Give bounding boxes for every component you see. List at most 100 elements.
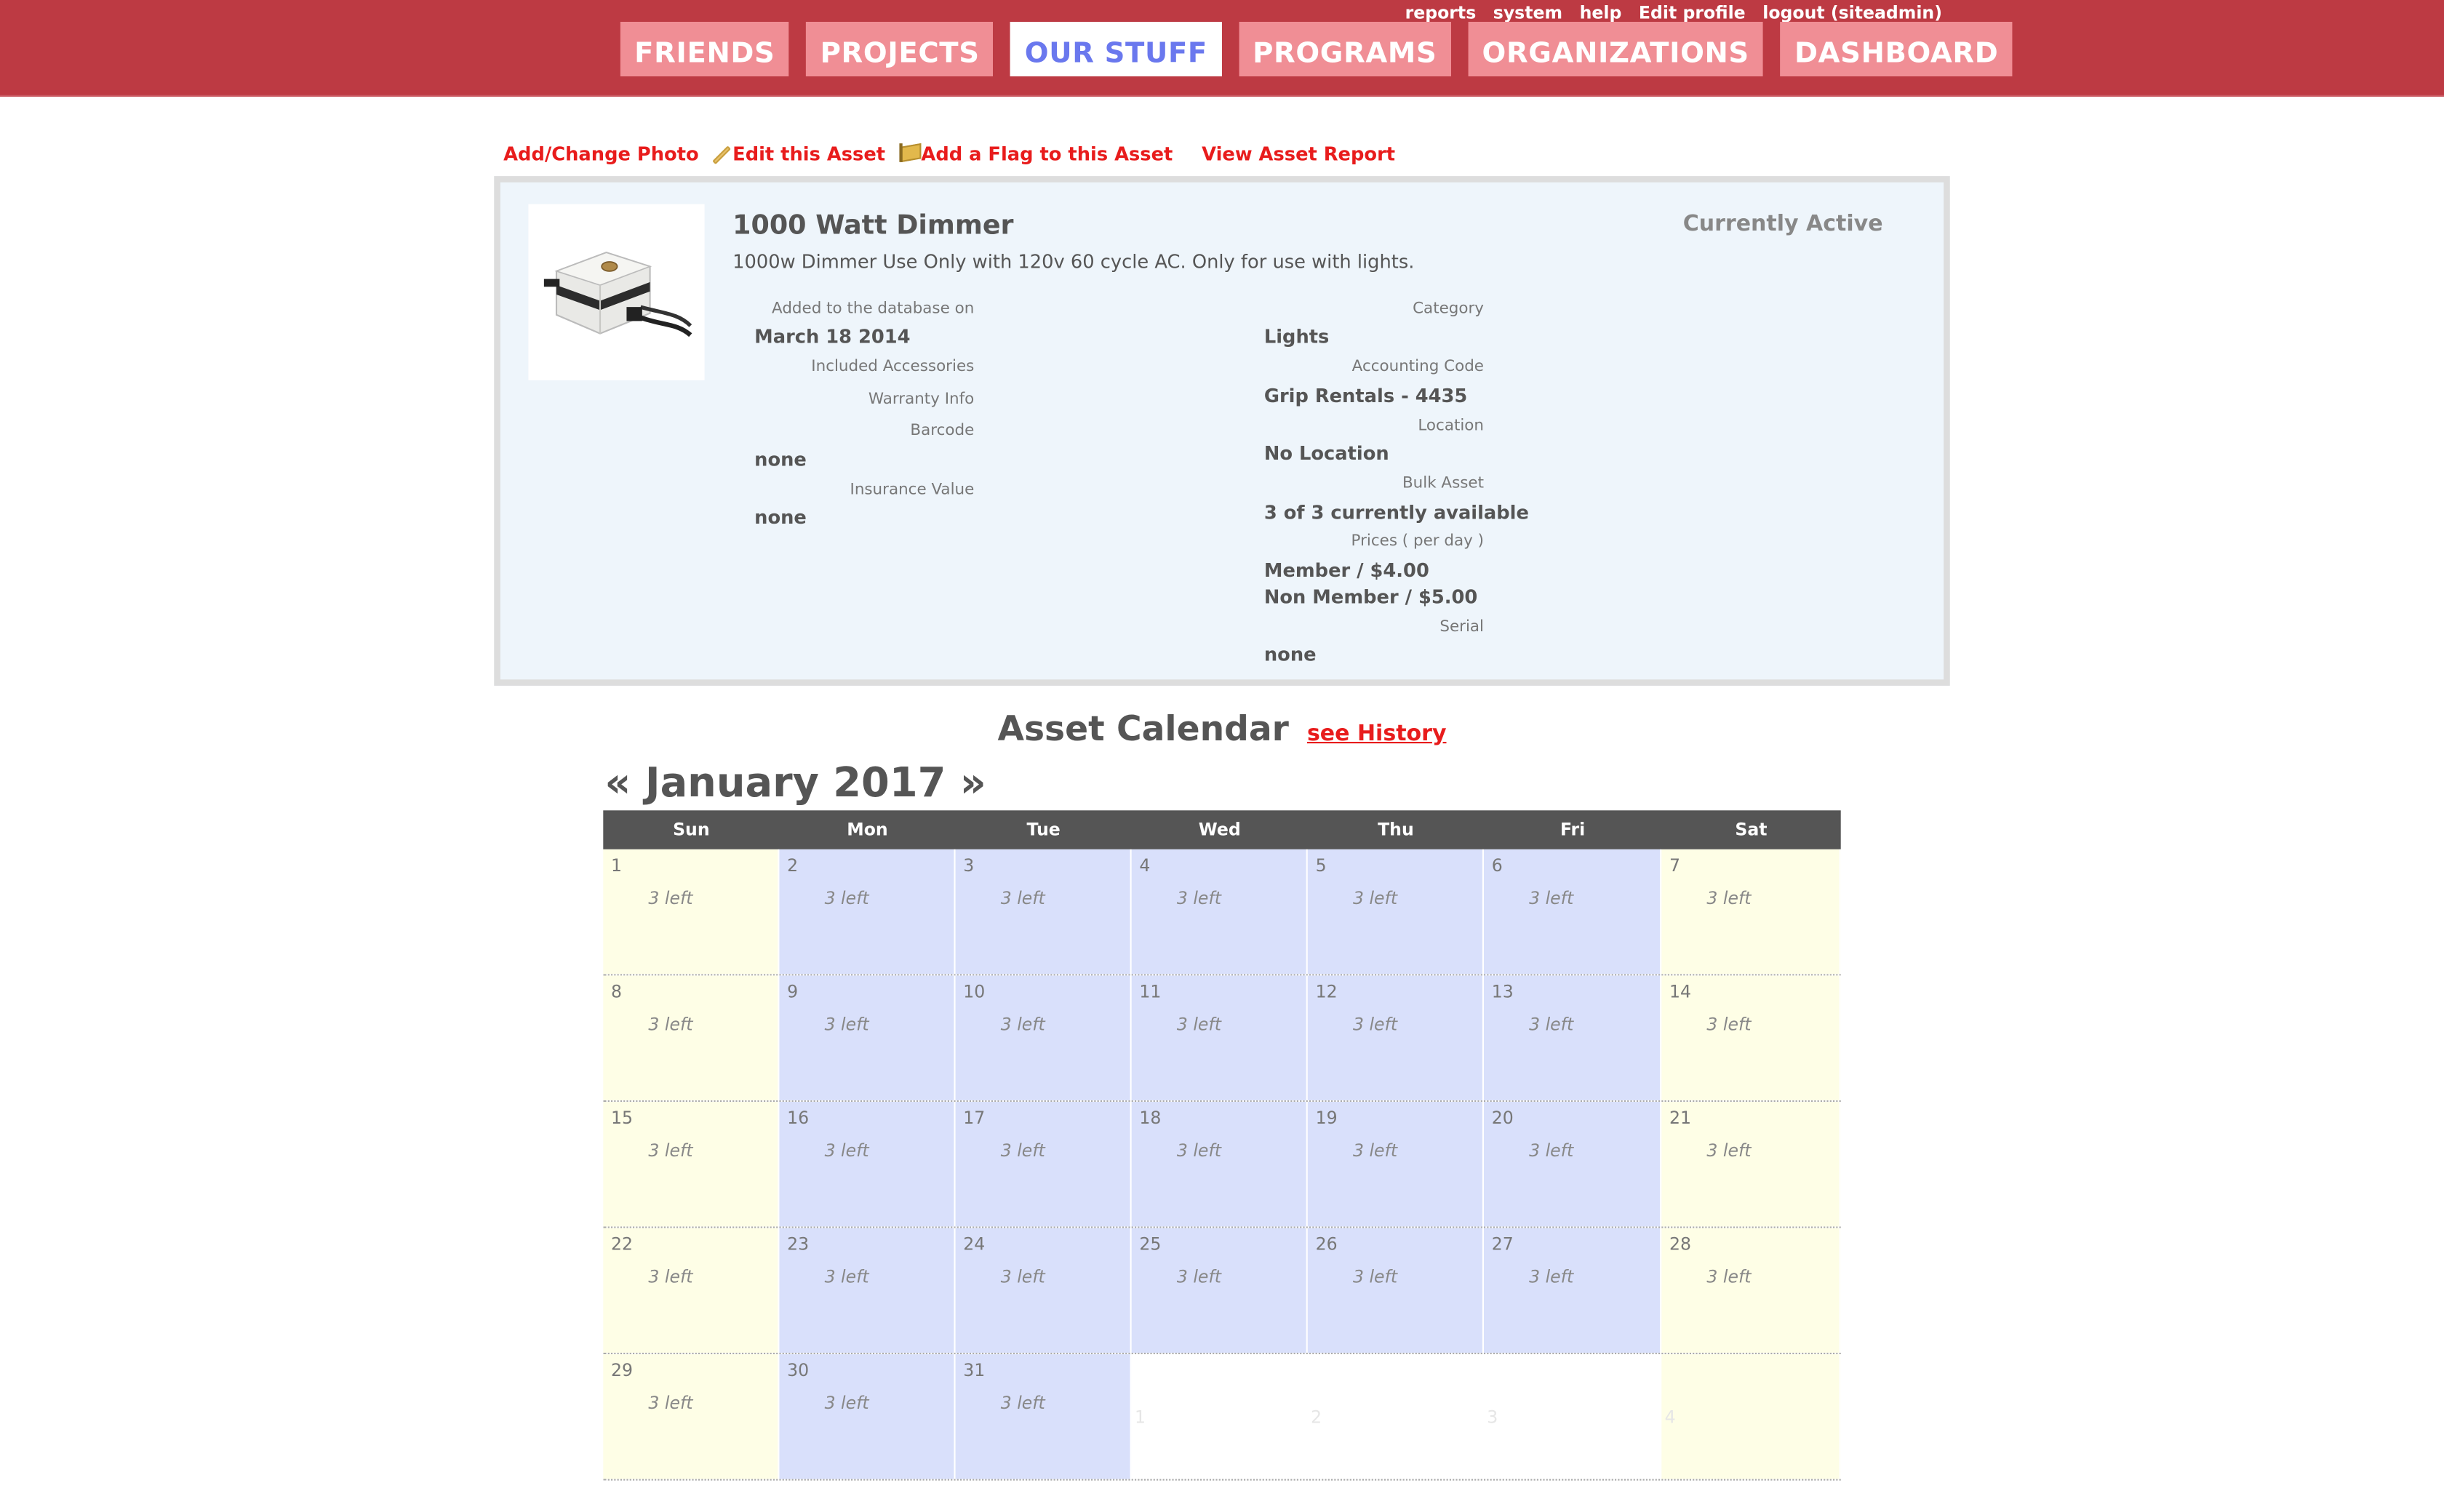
calendar-week-row: 29 3 left 30 3 left 31 3 left 1 2 3 4 <box>603 1354 1841 1481</box>
availability-count: 3 left <box>1529 1140 1574 1161</box>
location-value: No Location <box>1263 442 1389 465</box>
view-asset-report-link[interactable]: View Asset Report <box>1202 143 1395 165</box>
day-number: 30 <box>787 1360 810 1381</box>
day-number: 27 <box>1491 1234 1514 1255</box>
calendar-day[interactable]: 10 3 left <box>955 975 1132 1100</box>
calendar-day[interactable]: 26 3 left <box>1307 1228 1484 1353</box>
availability-count: 3 left <box>824 1267 869 1287</box>
calendar-day[interactable]: 15 3 left <box>603 1102 780 1227</box>
day-number: 17 <box>963 1108 986 1129</box>
prev-month-button[interactable]: « <box>604 761 631 807</box>
calendar-day[interactable]: 21 3 left <box>1661 1102 1841 1227</box>
calendar-day[interactable]: 11 3 left <box>1131 975 1308 1100</box>
tab-friends[interactable]: FRIENDS <box>620 22 789 76</box>
availability-count: 3 left <box>1353 1267 1398 1287</box>
calendar-day[interactable]: 19 3 left <box>1307 1102 1484 1227</box>
calendar-day[interactable]: 30 3 left <box>779 1354 956 1479</box>
calendar-day[interactable]: 12 3 left <box>1307 975 1484 1100</box>
calendar-day[interactable]: 18 3 left <box>1131 1102 1308 1227</box>
asset-calendar-heading: Asset Calendar see History <box>0 711 2444 750</box>
pencil-icon <box>709 143 732 162</box>
day-number: 20 <box>1491 1108 1514 1129</box>
asset-photo[interactable] <box>528 204 705 380</box>
calendar-day[interactable]: 1 3 left <box>603 849 780 975</box>
add-change-photo-link[interactable]: Add/Change Photo <box>503 143 699 165</box>
calendar-day[interactable]: 16 3 left <box>779 1102 956 1227</box>
accounting-code-label: Accounting Code <box>1351 358 1484 376</box>
reports-link[interactable]: reports <box>1405 3 1477 23</box>
availability-count: 3 left <box>1176 1140 1221 1161</box>
day-number: 8 <box>611 982 622 1002</box>
calendar-day-outside-month: 3 <box>1483 1354 1662 1479</box>
day-number: 15 <box>611 1108 633 1129</box>
calendar-day[interactable]: 20 3 left <box>1483 1102 1662 1227</box>
prices-label: Prices ( per day ) <box>1351 532 1484 551</box>
tab-our-stuff[interactable]: OUR STUFF <box>1010 22 1222 76</box>
edit-profile-link[interactable]: Edit profile <box>1639 3 1746 23</box>
calendar-weekday-header: Sun Mon Tue Wed Thu Fri Sat <box>603 810 1841 849</box>
availability-count: 3 left <box>824 1393 869 1414</box>
availability-count: 3 left <box>648 888 693 909</box>
calendar-day[interactable]: 9 3 left <box>779 975 956 1100</box>
day-number: 31 <box>963 1360 986 1381</box>
day-number: 6 <box>1491 855 1503 876</box>
calendar-day[interactable]: 2 3 left <box>779 849 956 975</box>
price-nonmember: Non Member / $5.00 <box>1263 585 1478 608</box>
system-link[interactable]: system <box>1493 3 1562 23</box>
day-number: 4 <box>1664 1407 1676 1428</box>
day-number: 11 <box>1139 982 1162 1002</box>
day-number: 21 <box>1669 1108 1691 1129</box>
tab-organizations[interactable]: ORGANIZATIONS <box>1468 22 1764 76</box>
dimmer-image <box>543 252 692 337</box>
day-number: 23 <box>787 1234 810 1255</box>
asset-title: 1000 Watt Dimmer <box>732 210 1014 242</box>
calendar-day[interactable]: 5 3 left <box>1307 849 1484 975</box>
calendar-day[interactable]: 28 3 left <box>1661 1228 1841 1353</box>
month-navigation: « January 2017 » <box>604 761 986 807</box>
weekday-thu: Thu <box>1378 820 1414 840</box>
price-member: Member / $4.00 <box>1263 559 1429 582</box>
calendar-day-outside-month: 1 <box>1131 1354 1308 1479</box>
add-flag-link[interactable]: Add a Flag to this Asset <box>898 143 1173 165</box>
day-number: 5 <box>1315 855 1327 876</box>
calendar-day[interactable]: 14 3 left <box>1661 975 1841 1100</box>
see-history-link[interactable]: see History <box>1307 721 1447 746</box>
day-number: 10 <box>963 982 986 1002</box>
calendar-day[interactable]: 29 3 left <box>603 1354 780 1479</box>
help-link[interactable]: help <box>1580 3 1622 23</box>
logout-link[interactable]: logout (siteadmin) <box>1762 3 1942 23</box>
availability-count: 3 left <box>1706 1015 1752 1035</box>
calendar-day[interactable]: 22 3 left <box>603 1228 780 1353</box>
calendar-day[interactable]: 23 3 left <box>779 1228 956 1353</box>
weekday-sat: Sat <box>1735 820 1768 840</box>
serial-value: none <box>1263 644 1317 665</box>
calendar-day[interactable]: 8 3 left <box>603 975 780 1100</box>
bulk-asset-label: Bulk Asset <box>1402 475 1484 493</box>
calendar-day[interactable]: 17 3 left <box>955 1102 1132 1227</box>
calendar-week-row: 83 left 9 3 left 10 3 left 11 3 left 12 3 left 13… <box>603 975 1841 1102</box>
calendar-day[interactable]: 24 3 left <box>955 1228 1132 1353</box>
calendar-day[interactable]: 4 3 left <box>1131 849 1308 975</box>
day-number: 25 <box>1139 1234 1162 1255</box>
warranty-label: Warranty Info <box>868 391 975 409</box>
tab-projects[interactable]: PROJECTS <box>806 22 994 76</box>
calendar-day[interactable]: 7 3 left <box>1661 849 1841 975</box>
day-number: 4 <box>1139 855 1151 876</box>
month-label: January 2017 <box>644 760 946 807</box>
availability-count: 3 left <box>1706 1140 1752 1161</box>
next-month-button[interactable]: » <box>960 761 986 807</box>
calendar-day[interactable]: 27 3 left <box>1483 1228 1662 1353</box>
calendar-day[interactable]: 31 3 left <box>955 1354 1132 1479</box>
day-number: 1 <box>611 855 622 876</box>
calendar-day[interactable]: 25 3 left <box>1131 1228 1308 1353</box>
calendar-day[interactable]: 13 3 left <box>1483 975 1662 1100</box>
tab-programs[interactable]: PROGRAMS <box>1238 22 1451 76</box>
edit-asset-link[interactable]: Edit this Asset <box>709 143 885 165</box>
calendar-day[interactable]: 6 3 left <box>1483 849 1662 975</box>
page: reports system help Edit profile logout … <box>0 0 2444 1512</box>
accessories-label: Included Accessories <box>811 358 975 376</box>
calendar-day[interactable]: 3 3 left <box>955 849 1132 975</box>
weekday-wed: Wed <box>1198 820 1241 840</box>
day-number: 24 <box>963 1234 986 1255</box>
tab-dashboard[interactable]: DASHBOARD <box>1780 22 2013 76</box>
